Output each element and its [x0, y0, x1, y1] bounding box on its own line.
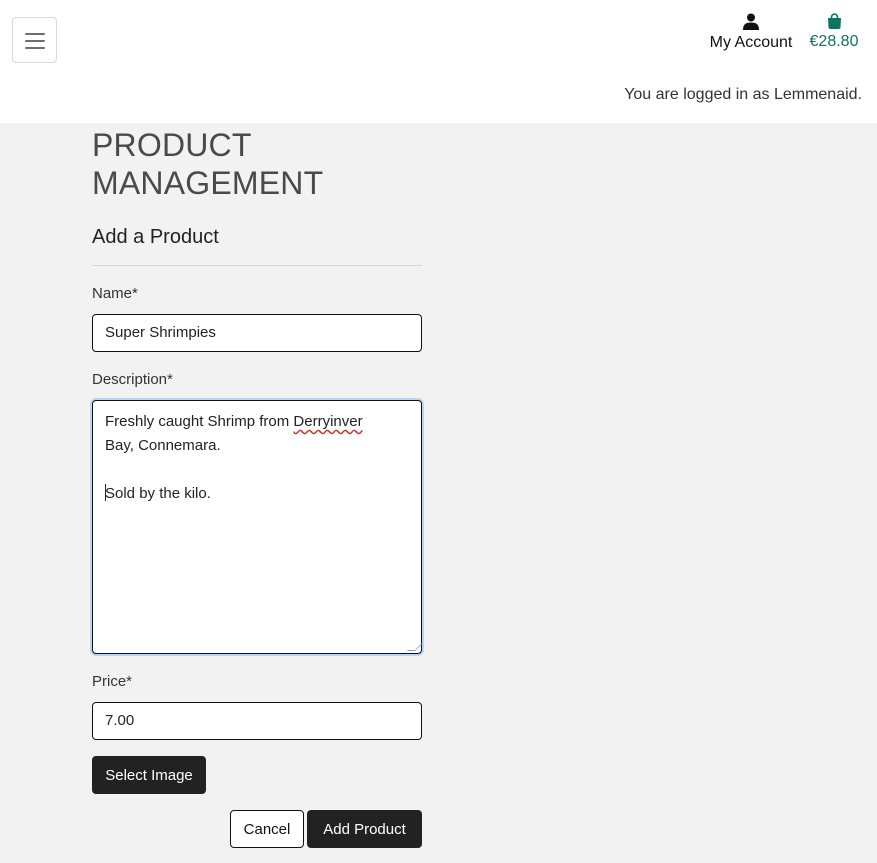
divider	[92, 265, 422, 266]
price-label: Price*	[92, 673, 133, 690]
hamburger-menu-button[interactable]	[12, 17, 57, 63]
my-account-label: My Account	[709, 34, 793, 51]
misspelled-word: Derryinver	[293, 413, 363, 430]
description-text: Sold by the kilo.	[105, 485, 211, 502]
name-input[interactable]: Super Shrimpies	[92, 314, 422, 352]
shopping-bag-link[interactable]: €28.80	[805, 13, 863, 57]
price-value: 7.00	[105, 712, 135, 729]
section-title: Add a Product	[92, 226, 219, 248]
user-icon	[743, 13, 759, 30]
cancel-button[interactable]: Cancel	[230, 810, 304, 848]
price-input[interactable]: 7.00	[92, 702, 422, 740]
shopping-bag-icon	[827, 13, 841, 29]
description-line: Sold by the kilo.	[105, 482, 409, 506]
description-line	[105, 458, 409, 482]
page-title: PRODUCT MANAGEMENT	[92, 127, 324, 201]
bag-total: €28.80	[809, 33, 859, 50]
description-text: Freshly caught Shrimp from	[105, 413, 294, 430]
site-header: My Account €28.80 You are logged in as L…	[0, 0, 877, 123]
description-label: Description*	[92, 371, 173, 388]
name-value: Super Shrimpies	[105, 324, 216, 341]
description-line: Bay, Connemara.	[105, 437, 221, 454]
description-textarea[interactable]: Freshly caught Shrimp from Derryinver Ba…	[92, 400, 423, 654]
hamburger-menu-icon-bar	[25, 40, 45, 42]
name-label: Name*	[92, 285, 138, 302]
login-status-text: You are logged in as Lemmenaid.	[624, 86, 862, 103]
hamburger-menu-icon-bar	[25, 47, 45, 49]
select-image-button[interactable]: Select Image	[92, 756, 206, 794]
hamburger-menu-icon	[25, 33, 45, 35]
my-account-link[interactable]: My Account	[705, 13, 797, 57]
description-line: Freshly caught Shrimp from Derryinver	[105, 410, 409, 434]
resize-handle-icon[interactable]	[407, 643, 423, 651]
add-product-button[interactable]: Add Product	[307, 810, 422, 848]
